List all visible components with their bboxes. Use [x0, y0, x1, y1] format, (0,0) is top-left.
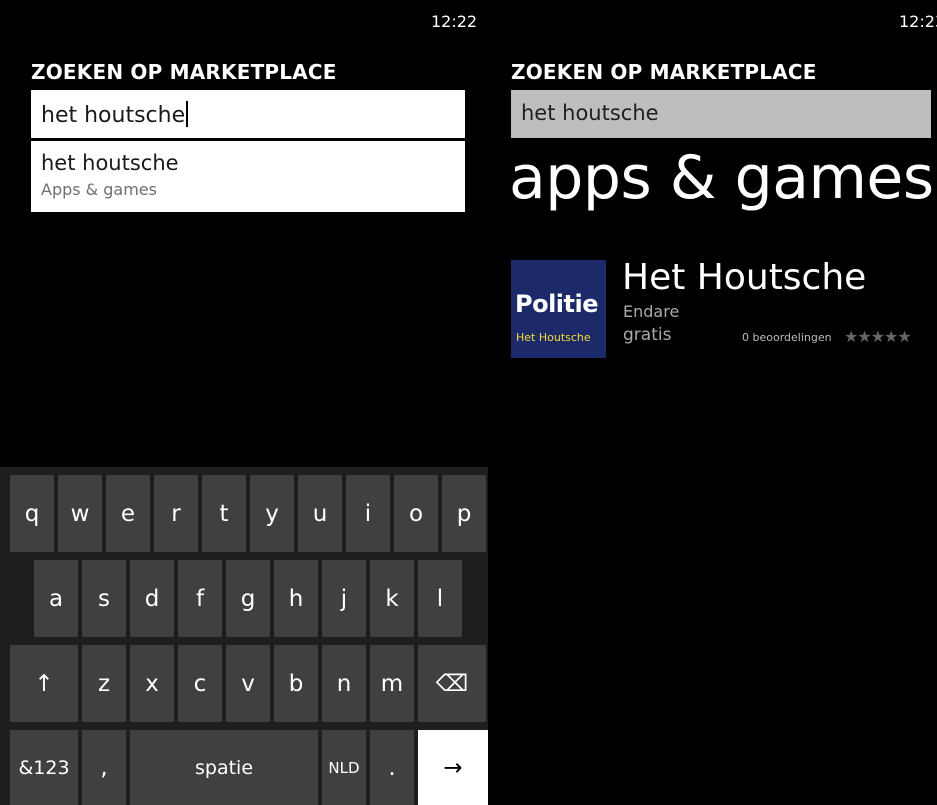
search-input-text: het houtsche: [41, 101, 189, 128]
status-clock: 12:22: [431, 12, 478, 31]
search-suggestion[interactable]: het houtsche Apps & games: [31, 141, 465, 212]
key-e[interactable]: e: [106, 475, 150, 552]
app-publisher: Endare: [623, 302, 680, 321]
key-j[interactable]: j: [322, 560, 366, 637]
key-x[interactable]: x: [130, 645, 174, 722]
shift-key[interactable]: ↑: [10, 645, 78, 722]
text-caret: [186, 101, 189, 127]
app-tile-image[interactable]: Politie Het Houtsche: [511, 260, 606, 358]
app-logo-text: Politie: [515, 290, 599, 318]
on-screen-keyboard: q w e r t y u i o p a s d f g h j k l ↑ …: [0, 467, 488, 805]
period-key[interactable]: .: [370, 730, 414, 805]
key-q[interactable]: q: [10, 475, 54, 552]
key-k[interactable]: k: [370, 560, 414, 637]
key-p[interactable]: p: [442, 475, 486, 552]
key-d[interactable]: d: [130, 560, 174, 637]
app-title[interactable]: Het Houtsche: [622, 257, 866, 298]
key-w[interactable]: w: [58, 475, 102, 552]
key-a[interactable]: a: [34, 560, 78, 637]
search-input[interactable]: het houtsche: [511, 90, 931, 138]
suggestion-category: Apps & games: [41, 180, 157, 199]
page-title: ZOEKEN OP MARKETPLACE: [511, 60, 817, 84]
app-logo-subtext: Het Houtsche: [516, 331, 591, 344]
backspace-icon: ⌫: [435, 670, 469, 697]
key-h[interactable]: h: [274, 560, 318, 637]
key-v[interactable]: v: [226, 645, 270, 722]
rating-stars-icon: ★★★★★: [844, 327, 912, 346]
comma-key[interactable]: ,: [82, 730, 126, 805]
search-value: het houtsche: [41, 103, 186, 128]
section-title: apps & games: [509, 143, 934, 213]
language-key[interactable]: NLD: [322, 730, 366, 805]
backspace-key[interactable]: ⌫: [418, 645, 486, 722]
suggestion-title: het houtsche: [41, 151, 179, 175]
enter-arrow-icon: →: [443, 754, 463, 781]
key-b[interactable]: b: [274, 645, 318, 722]
key-s[interactable]: s: [82, 560, 126, 637]
key-i[interactable]: i: [346, 475, 390, 552]
right-screen: 12:23 ZOEKEN OP MARKETPLACE het houtsche…: [488, 0, 937, 805]
key-m[interactable]: m: [370, 645, 414, 722]
ratings-count: 0 beoordelingen: [742, 331, 832, 344]
key-c[interactable]: c: [178, 645, 222, 722]
shift-arrow-icon: ↑: [34, 670, 54, 697]
page-title: ZOEKEN OP MARKETPLACE: [31, 60, 337, 84]
key-n[interactable]: n: [322, 645, 366, 722]
key-g[interactable]: g: [226, 560, 270, 637]
status-clock: 12:23: [899, 12, 937, 31]
app-price: gratis: [623, 325, 672, 345]
key-o[interactable]: o: [394, 475, 438, 552]
numbers-key[interactable]: &123: [10, 730, 78, 805]
key-t[interactable]: t: [202, 475, 246, 552]
key-u[interactable]: u: [298, 475, 342, 552]
key-z[interactable]: z: [82, 645, 126, 722]
search-input[interactable]: het houtsche: [31, 90, 465, 138]
search-value: het houtsche: [521, 101, 659, 125]
enter-key[interactable]: →: [418, 730, 488, 805]
space-key[interactable]: spatie: [130, 730, 318, 805]
key-f[interactable]: f: [178, 560, 222, 637]
key-y[interactable]: y: [250, 475, 294, 552]
key-r[interactable]: r: [154, 475, 198, 552]
left-screen: 12:22 ZOEKEN OP MARKETPLACE het houtsche…: [0, 0, 488, 805]
key-l[interactable]: l: [418, 560, 462, 637]
